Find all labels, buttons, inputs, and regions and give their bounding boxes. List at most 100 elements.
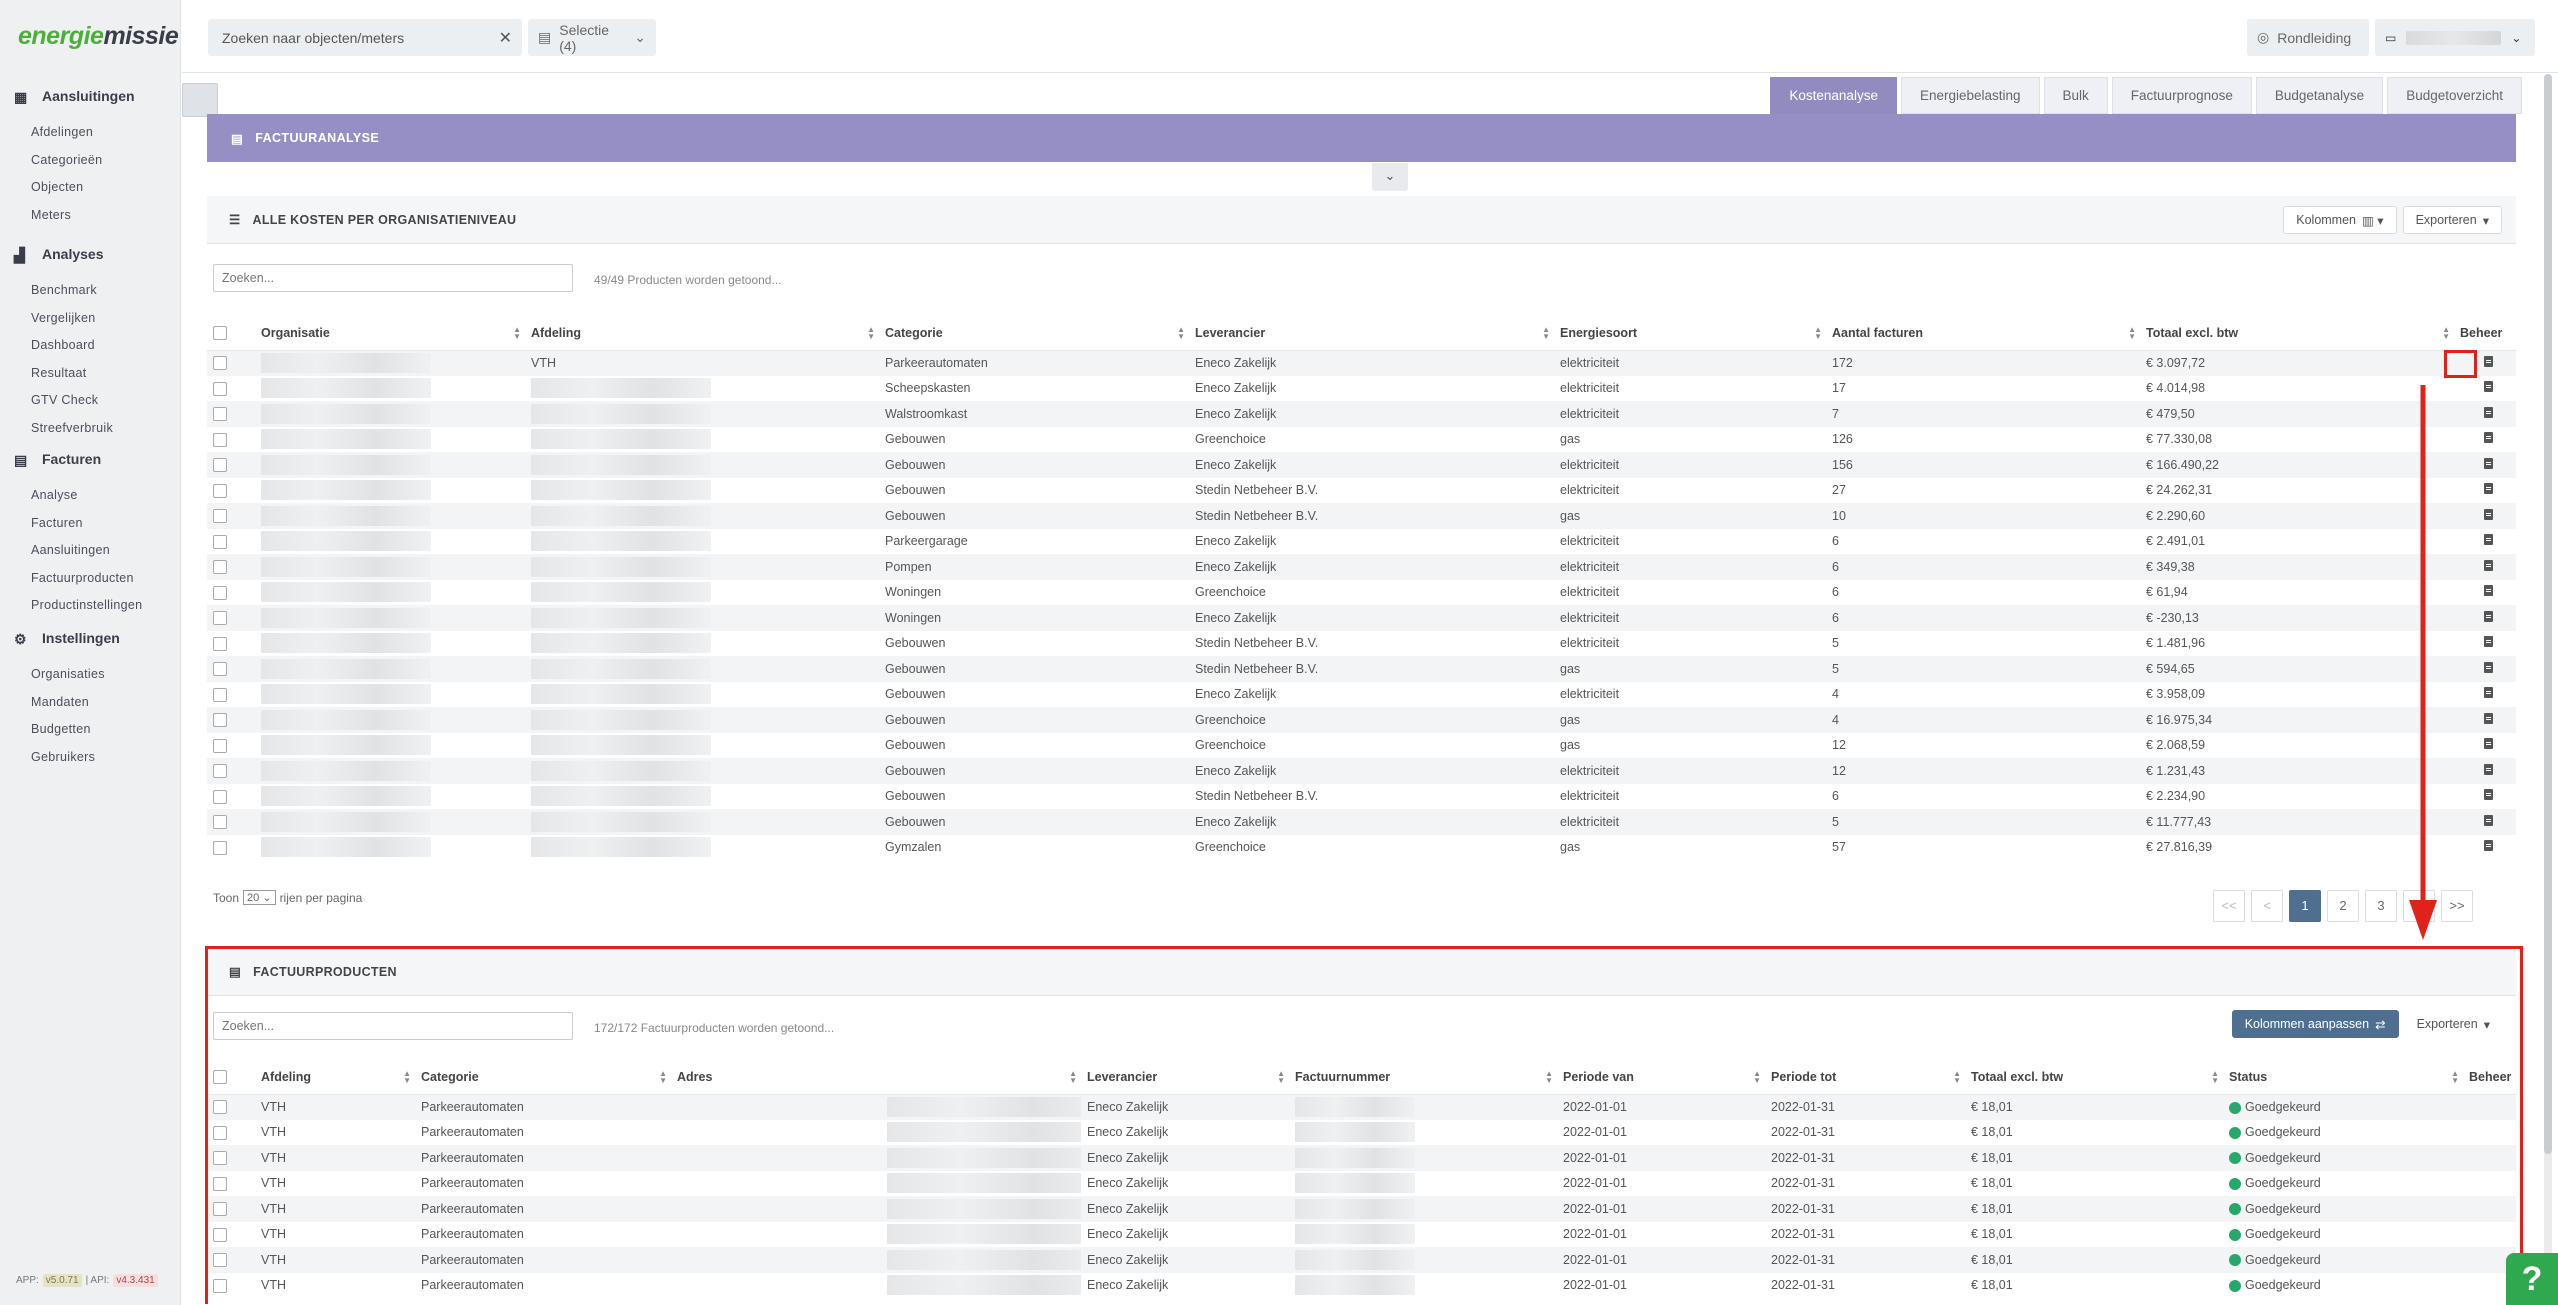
page-button[interactable]: 2 (2327, 890, 2359, 922)
document-icon[interactable] (2483, 508, 2493, 520)
row-checkbox[interactable] (213, 407, 227, 422)
document-icon[interactable] (2483, 559, 2493, 571)
sidebar-item-objecten[interactable]: Objecten (31, 180, 83, 194)
column-header[interactable]: Categorie ▲ ▼ (879, 316, 1189, 351)
page-button[interactable]: 1 (2289, 890, 2321, 922)
row-checkbox[interactable] (213, 458, 227, 473)
row-checkbox[interactable] (213, 636, 227, 651)
page-button[interactable]: 3 (2365, 890, 2397, 922)
object-search-input[interactable]: Zoeken naar objecten/meters ✕ (208, 19, 522, 56)
row-checkbox[interactable] (213, 356, 227, 371)
document-icon[interactable] (2483, 712, 2493, 724)
column-header[interactable]: Organisatie ▲ ▼ (255, 316, 525, 351)
row-checkbox[interactable] (213, 713, 227, 728)
tour-button[interactable]: ◎ Rondleiding (2247, 19, 2369, 56)
sort-icon[interactable]: ▲ ▼ (513, 326, 521, 341)
sidebar-item-dashboard[interactable]: Dashboard (31, 338, 95, 352)
expand-chevron-button[interactable]: ⌄ (1372, 163, 1408, 191)
tab-energiebelasting[interactable]: Energiebelasting (1900, 77, 2040, 114)
row-checkbox[interactable] (213, 483, 227, 498)
help-button[interactable]: ? (2506, 1253, 2558, 1305)
page-scrollbar[interactable] (2544, 74, 2552, 1294)
column-header[interactable]: Aantal facturen ▲ ▼ (1826, 316, 2140, 351)
sidebar-item-analyse[interactable]: Analyse (31, 488, 78, 502)
sidebar-section-instellingen[interactable]: ⚙ Instellingen (14, 630, 120, 647)
document-icon[interactable] (2483, 814, 2493, 826)
document-icon[interactable] (2483, 534, 2493, 546)
page-button[interactable]: << (2213, 890, 2245, 922)
sidebar-section-facturen[interactable]: ▤ Facturen (14, 451, 101, 468)
clear-search-icon[interactable]: ✕ (499, 28, 512, 48)
document-icon[interactable] (2483, 738, 2493, 750)
row-checkbox[interactable] (213, 815, 227, 830)
row-checkbox[interactable] (213, 611, 227, 626)
toggle-sidebar-button[interactable] (182, 83, 218, 117)
sidebar-section-analyses[interactable]: ▟ Analyses (14, 246, 103, 263)
sidebar-item-vergelijken[interactable]: Vergelijken (31, 311, 95, 325)
row-checkbox[interactable] (213, 381, 227, 396)
app-logo[interactable]: energiemissie (18, 22, 179, 51)
tab-factuurprognose[interactable]: Factuurprognose (2111, 77, 2252, 114)
row-checkbox[interactable] (213, 840, 227, 855)
document-icon[interactable] (2483, 406, 2493, 418)
document-icon[interactable] (2483, 840, 2493, 852)
factuuranalyse-header[interactable]: ▤ FACTUURANALYSE (207, 114, 2516, 162)
document-icon[interactable] (2483, 610, 2493, 622)
document-icon[interactable] (2483, 432, 2493, 444)
select-all-checkbox[interactable] (213, 326, 227, 341)
export-button[interactable]: Exporteren ▾ (2402, 206, 2502, 234)
sidebar-item-categorieën[interactable]: Categorieën (31, 153, 102, 167)
sidebar-item-facturen[interactable]: Facturen (31, 516, 83, 530)
sidebar-item-aansluitingen[interactable]: Aansluitingen (31, 543, 110, 557)
document-icon[interactable] (2483, 585, 2493, 597)
sort-icon[interactable]: ▲ ▼ (1542, 326, 1550, 341)
tab-budgetoverzicht[interactable]: Budgetoverzicht (2387, 77, 2522, 114)
document-icon[interactable] (2483, 789, 2493, 801)
sidebar-item-budgetten[interactable]: Budgetten (31, 722, 91, 736)
document-icon[interactable] (2483, 763, 2493, 775)
row-checkbox[interactable] (213, 534, 227, 549)
columns-button[interactable]: Kolommen ▥ ▾ (2283, 206, 2397, 234)
sidebar-item-factuurproducten[interactable]: Factuurproducten (31, 571, 134, 585)
column-header[interactable]: Totaal excl. btw ▲ ▼ (2140, 316, 2454, 351)
row-checkbox[interactable] (213, 560, 227, 575)
row-checkbox[interactable] (213, 432, 227, 447)
row-checkbox[interactable] (213, 687, 227, 702)
tab-kostenanalyse[interactable]: Kostenanalyse (1770, 77, 1897, 114)
sort-icon[interactable]: ▲ ▼ (2442, 326, 2450, 341)
column-header[interactable]: Energiesoort ▲ ▼ (1554, 316, 1826, 351)
document-icon[interactable] (2483, 381, 2493, 393)
sort-icon[interactable]: ▲ ▼ (867, 326, 875, 341)
column-header[interactable]: Afdeling ▲ ▼ (525, 316, 879, 351)
page-button[interactable]: >> (2441, 890, 2473, 922)
document-icon[interactable] (2483, 457, 2493, 469)
tab-budgetanalyse[interactable]: Budgetanalyse (2255, 77, 2384, 114)
sidebar-item-organisaties[interactable]: Organisaties (31, 667, 105, 681)
document-icon[interactable] (2483, 356, 2493, 367)
sidebar-section-aansluitingen[interactable]: ▦ Aansluitingen (14, 88, 135, 105)
sidebar-item-gebruikers[interactable]: Gebruikers (31, 750, 95, 764)
row-checkbox[interactable] (213, 789, 227, 804)
sidebar-item-streefverbruik[interactable]: Streefverbruik (31, 421, 113, 435)
sidebar-item-productinstellingen[interactable]: Productinstellingen (31, 598, 142, 612)
tab-bulk[interactable]: Bulk (2043, 77, 2108, 114)
sort-icon[interactable]: ▲ ▼ (1814, 326, 1822, 341)
document-icon[interactable] (2483, 483, 2493, 495)
sidebar-item-mandaten[interactable]: Mandaten (31, 695, 89, 709)
sort-icon[interactable]: ▲ ▼ (2128, 326, 2136, 341)
page-button[interactable]: < (2251, 890, 2283, 922)
costs-search-input[interactable] (213, 264, 573, 292)
sidebar-item-resultaat[interactable]: Resultaat (31, 366, 87, 380)
document-icon[interactable] (2483, 687, 2493, 699)
row-checkbox[interactable] (213, 738, 227, 753)
column-header[interactable]: Leverancier ▲ ▼ (1189, 316, 1554, 351)
rows-per-page-select[interactable]: 20 ⌄ (243, 890, 276, 905)
sidebar-item-afdelingen[interactable]: Afdelingen (31, 125, 93, 139)
sidebar-item-gtv-check[interactable]: GTV Check (31, 393, 98, 407)
user-menu[interactable]: ▭ ⌄ (2375, 19, 2535, 56)
sidebar-item-benchmark[interactable]: Benchmark (31, 283, 97, 297)
document-icon[interactable] (2483, 661, 2493, 673)
row-checkbox[interactable] (213, 662, 227, 677)
row-checkbox[interactable] (213, 509, 227, 524)
sidebar-item-meters[interactable]: Meters (31, 208, 71, 222)
